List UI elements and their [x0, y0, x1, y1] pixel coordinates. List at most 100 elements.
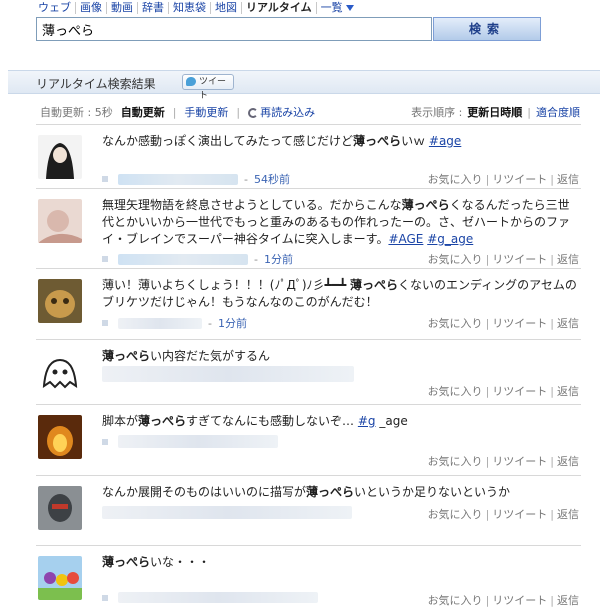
- hashtag-link[interactable]: #g: [358, 414, 376, 428]
- retweet-link[interactable]: リツイート: [492, 253, 547, 266]
- divider: |: [172, 105, 177, 119]
- search-keyword: 薄っぺら: [350, 278, 399, 292]
- retweet-link[interactable]: リツイート: [492, 594, 547, 607]
- tweet-actions: お気に入り | リツイート | 返信: [427, 455, 579, 468]
- retweet-link[interactable]: リツイート: [492, 455, 547, 468]
- tweet-item: 薄っぺらい内容だた気がするん お気に入り | リツイート | 返信: [36, 339, 581, 404]
- blurred-username: [102, 366, 354, 382]
- retweet-link[interactable]: リツイート: [492, 385, 547, 398]
- tweet-list: なんか感動っぽく演出してみたって感じだけど薄っぺらいｗ #age - 54秒前 …: [36, 124, 581, 607]
- favorite-link[interactable]: お気に入り: [428, 317, 483, 330]
- manual-update-link[interactable]: 手動更新: [184, 104, 228, 120]
- favorite-link[interactable]: お気に入り: [428, 455, 483, 468]
- reply-link[interactable]: 返信: [557, 508, 579, 521]
- avatar-ghost-icon: [38, 350, 82, 394]
- tab-list-label: 一覧: [320, 1, 343, 14]
- avatar[interactable]: [38, 199, 82, 243]
- search-button[interactable]: 検索: [433, 17, 541, 41]
- tweet-text: 脚本が薄っぺらすぎてなんにも感動しないぞ… #g _age: [102, 413, 578, 430]
- favorite-link[interactable]: お気に入り: [428, 253, 483, 266]
- tweet-text: 薄っぺらい内容だた気がするん: [102, 348, 578, 365]
- search-keyword: 薄っぺら: [138, 414, 187, 428]
- results-header: リアルタイム検索結果 ツイート: [8, 70, 600, 101]
- reply-link[interactable]: 返信: [557, 385, 579, 398]
- tweet-meta: [102, 435, 278, 448]
- avatar[interactable]: [38, 135, 82, 179]
- user-icon: [102, 176, 108, 182]
- favorite-link[interactable]: お気に入り: [428, 594, 483, 607]
- tweet-text-fragment: すぎてなんにも感動しないぞ…: [186, 414, 358, 428]
- favorite-link[interactable]: お気に入り: [428, 173, 483, 186]
- retweet-link[interactable]: リツイート: [492, 317, 547, 330]
- avatar[interactable]: [38, 415, 82, 459]
- tweet-text-fragment: いｗ: [401, 134, 429, 148]
- update-toolbar: 自動更新 : 5秒 自動更新 | 手動更新 | 再読み込み 表示順序 : 更新日…: [40, 101, 580, 121]
- search-input[interactable]: [36, 17, 432, 41]
- tab-list[interactable]: 一覧: [317, 2, 358, 14]
- tweet-timestamp[interactable]: 1分前: [218, 315, 247, 331]
- avatar[interactable]: [38, 350, 82, 394]
- reply-link[interactable]: 返信: [557, 455, 579, 468]
- search-keyword: 薄っぺら: [102, 349, 151, 363]
- chevron-down-icon: [345, 5, 354, 11]
- reply-link[interactable]: 返信: [557, 594, 579, 607]
- twitter-bird-icon: [186, 77, 196, 86]
- tweet-text-fragment: なんか展開そのものはいいのに描写が: [102, 485, 307, 499]
- tab-web[interactable]: ウェブ: [36, 2, 76, 14]
- favorite-link[interactable]: お気に入り: [428, 385, 483, 398]
- results-title: リアルタイム検索結果: [36, 77, 156, 91]
- hashtag-link[interactable]: #AGE: [388, 232, 423, 246]
- tweet-actions: お気に入り | リツイート | 返信: [427, 173, 579, 186]
- blurred-username: [118, 435, 278, 448]
- tweet-meta: - 1分前: [102, 315, 247, 331]
- divider: |: [527, 105, 531, 119]
- sort-by-relevance[interactable]: 適合度順: [536, 104, 580, 120]
- hashtag-link[interactable]: #age: [429, 134, 461, 148]
- tweet-text: なんか感動っぽく演出してみたって感じだけど薄っぺらいｗ #age: [102, 133, 578, 150]
- tab-video[interactable]: 動画: [107, 2, 138, 14]
- tweet-text-fragment: なんか感動っぽく演出してみたって感じだけど: [102, 134, 354, 148]
- tab-map[interactable]: 地図: [211, 2, 242, 14]
- avatar[interactable]: [38, 486, 82, 530]
- retweet-link[interactable]: リツイート: [492, 173, 547, 186]
- avatar-fire-icon: [38, 415, 82, 459]
- tweet-meta: [102, 366, 354, 382]
- retweet-link[interactable]: リツイート: [492, 508, 547, 521]
- reply-link[interactable]: 返信: [557, 317, 579, 330]
- avatar[interactable]: [38, 279, 82, 323]
- blurred-username: [118, 173, 238, 185]
- favorite-link[interactable]: お気に入り: [428, 508, 483, 521]
- reply-link[interactable]: 返信: [557, 173, 579, 186]
- tweet-timestamp[interactable]: 1分前: [264, 251, 293, 267]
- avatar[interactable]: [38, 556, 82, 600]
- avatar-characters-icon: [38, 556, 82, 600]
- tweet-meta: [102, 592, 318, 603]
- tweet-item: なんか展開そのものはいいのに描写が薄っぺらいというか足りないというか お気に入り…: [36, 475, 581, 545]
- tab-dictionary[interactable]: 辞書: [138, 2, 169, 14]
- sort-by-time[interactable]: 更新日時順: [467, 104, 522, 120]
- tweet-meta: [102, 506, 352, 519]
- tweet-button[interactable]: ツイート: [182, 74, 234, 101]
- search-keyword: 薄っぺら: [102, 555, 151, 569]
- tweet-text-fragment: _age: [375, 414, 408, 428]
- avatar-cat-icon: [38, 279, 82, 323]
- tweet-text: 無理矢理物語を終息させようとしている。だからこんな薄っぺらくなるんだったら三世代…: [102, 197, 578, 248]
- auto-update-mode[interactable]: 自動更新: [121, 104, 165, 120]
- sort-order-label: 表示順序 :: [411, 106, 463, 119]
- tweet-text: 薄い！薄いよちくしょう！！！(ﾉﾟДﾟ)ﾉ彡┻━┻ 薄っぺらくないのエンディング…: [102, 277, 578, 311]
- reload-label: 再読み込み: [260, 106, 316, 119]
- reply-link[interactable]: 返信: [557, 253, 579, 266]
- hashtag-link[interactable]: #g_age: [427, 232, 473, 246]
- reload-link[interactable]: 再読み込み: [248, 104, 315, 120]
- tweet-actions: お気に入り | リツイート | 返信: [427, 317, 579, 330]
- avatar-girl-icon: [38, 135, 82, 179]
- tab-chiebukuro[interactable]: 知恵袋: [169, 2, 211, 14]
- blurred-username: [118, 592, 318, 603]
- tweet-meta: - 54秒前: [102, 171, 290, 187]
- tweet-item: 薄い！薄いよちくしょう！！！(ﾉﾟДﾟ)ﾉ彡┻━┻ 薄っぺらくないのエンディング…: [36, 268, 581, 339]
- tweet-text-fragment: 無理矢理物語を終息させようとしている。だからこんな: [102, 198, 402, 212]
- divider: |: [236, 105, 241, 119]
- tab-realtime[interactable]: リアルタイム: [242, 2, 317, 14]
- tab-images[interactable]: 画像: [76, 2, 107, 14]
- tweet-timestamp[interactable]: 54秒前: [254, 171, 290, 187]
